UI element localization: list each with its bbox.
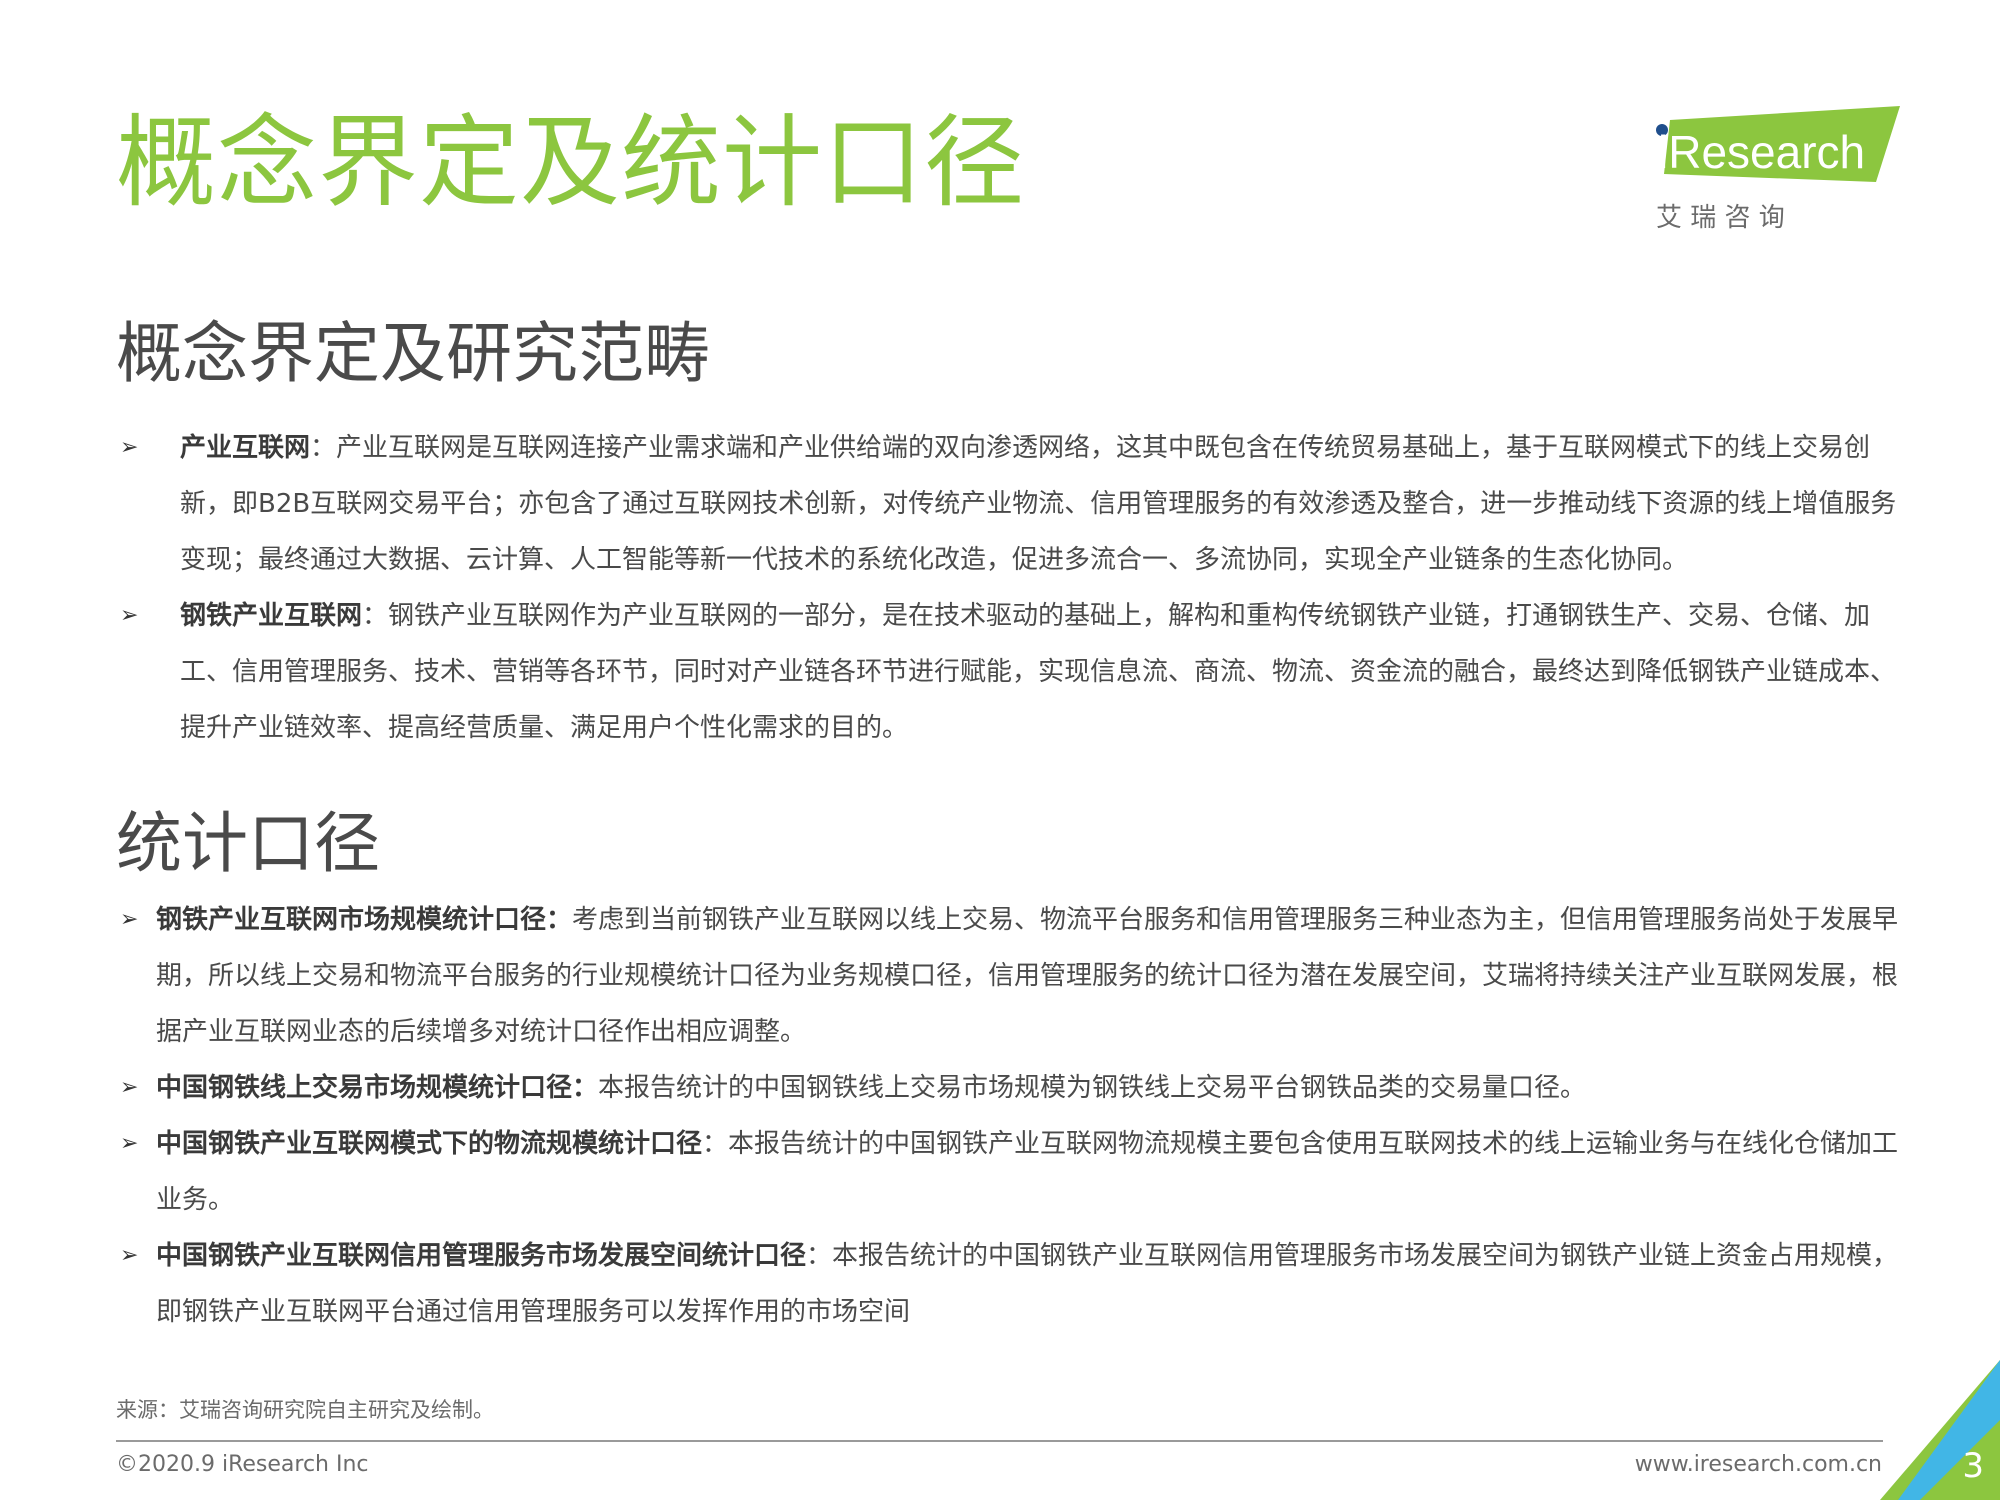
bullet-text: 钢铁产业互联网作为产业互联网的一部分，是在技术驱动的基础上，解构和重构传统钢铁产… (180, 601, 1897, 743)
bullet-separator: ： (310, 433, 337, 463)
copyright: ©2020.9 iResearch Inc (116, 1452, 369, 1477)
list-item: ➢ 钢铁产业互联网：钢铁产业互联网作为产业互联网的一部分，是在技术驱动的基础上，解… (116, 588, 1906, 756)
concept-list: ➢ 产业互联网：产业互联网是互联网连接产业需求端和产业供给端的双向渗透网络，这其中… (116, 420, 1906, 756)
arrow-bullet-icon: ➢ (120, 1075, 139, 1100)
arrow-bullet-icon: ➢ (120, 1131, 139, 1156)
logo-subtitle: 艾 瑞 咨 询 (1656, 203, 1785, 233)
arrow-bullet-icon: ➢ (120, 435, 139, 460)
bullet-text: 本报告统计的中国钢铁线上交易市场规模为钢铁线上交易平台钢铁品类的交易量口径。 (598, 1073, 1587, 1103)
arrow-bullet-icon: ➢ (120, 907, 139, 932)
bullet-term: 钢铁产业互联网市场规模统计口径： (156, 905, 573, 935)
bullet-text: 产业互联网是互联网连接产业需求端和产业供给端的双向渗透网络，这其中既包含在传统贸… (180, 433, 1897, 575)
source-note: 来源：艾瑞咨询研究院自主研究及绘制。 (116, 1398, 494, 1422)
bullet-separator: ： (362, 601, 389, 631)
arrow-bullet-icon: ➢ (120, 1243, 139, 1268)
list-item: ➢ 中国钢铁线上交易市场规模统计口径：本报告统计的中国钢铁线上交易市场规模为钢铁线… (116, 1060, 1906, 1116)
list-item: ➢ 产业互联网：产业互联网是互联网连接产业需求端和产业供给端的双向渗透网络，这其中… (116, 420, 1906, 588)
page-number: 3 (1962, 1446, 1984, 1486)
bullet-term: 钢铁产业互联网 (180, 601, 363, 631)
concept-heading: 概念界定及研究范畴 (116, 315, 710, 392)
arrow-bullet-icon: ➢ (120, 603, 139, 628)
logo-brand: iResearch (1658, 126, 1865, 178)
stats-list: ➢ 钢铁产业互联网市场规模统计口径：考虑到当前钢铁产业互联网以线上交易、物流平台服… (116, 892, 1906, 1340)
footer-divider (116, 1440, 1883, 1442)
bullet-term: 产业互联网 (180, 433, 311, 463)
website-link[interactable]: www.iresearch.com.cn (1635, 1452, 1882, 1477)
list-item: ➢ 中国钢铁产业互联网模式下的物流规模统计口径：本报告统计的中国钢铁产业互联网物流… (116, 1116, 1906, 1228)
bullet-term: 中国钢铁产业互联网信用管理服务市场发展空间统计口径 (156, 1241, 807, 1271)
iresearch-logo: iResearch 艾 瑞 咨 询 (1650, 104, 1900, 234)
bullet-separator: ： (806, 1241, 833, 1271)
list-item: ➢ 钢铁产业互联网市场规模统计口径：考虑到当前钢铁产业互联网以线上交易、物流平台服… (116, 892, 1906, 1060)
bullet-term: 中国钢铁产业互联网模式下的物流规模统计口径 (156, 1129, 703, 1159)
bullet-term: 中国钢铁线上交易市场规模统计口径： (156, 1073, 599, 1103)
bullet-separator: ： (702, 1129, 729, 1159)
page-title: 概念界定及统计口径 (116, 104, 1025, 221)
list-item: ➢ 中国钢铁产业互联网信用管理服务市场发展空间统计口径：本报告统计的中国钢铁产业互… (116, 1228, 1906, 1340)
stats-heading: 统计口径 (116, 805, 380, 882)
